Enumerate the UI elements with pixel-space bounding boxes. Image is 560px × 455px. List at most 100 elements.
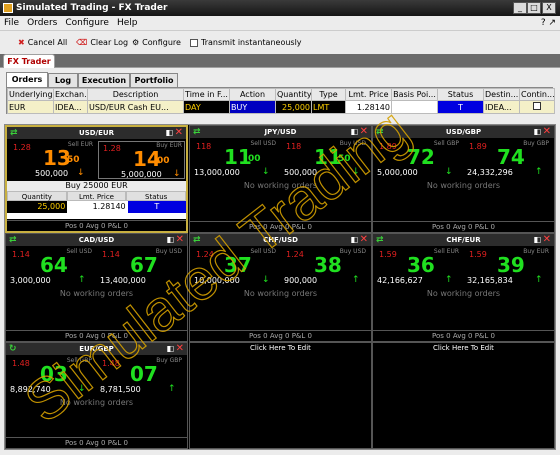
cell-continuous[interactable] xyxy=(519,100,555,114)
sell-side[interactable]: Sell GBP 1.89 72 5,000,000 ↓ xyxy=(375,140,461,178)
buy-side[interactable]: Buy USD 118 11 50 500,000 ↓ xyxy=(282,140,368,178)
swap-icon[interactable]: ⇄ xyxy=(376,126,384,138)
close-tile-icon[interactable]: ✕ xyxy=(543,234,551,246)
col-header[interactable]: Action xyxy=(229,88,276,101)
fx-tile-usd-gbp[interactable]: ⇄ USD/GBP ◧ ✕ Sell GBP 1.89 72 5,000,000 ↓ Buy GB… xyxy=(372,125,555,233)
chart-icon[interactable]: ◧ xyxy=(165,127,173,139)
sell-side[interactable]: Sell USD 1.24 37 10,000,000 ↓ xyxy=(192,248,278,286)
col-header[interactable]: Quantity xyxy=(275,88,312,101)
sell-side[interactable]: Sell GBP 1.48 03 8,892,740 ↓ xyxy=(8,357,94,395)
checkbox-box[interactable] xyxy=(190,38,198,47)
sell-size: 3,000,000 xyxy=(10,276,51,285)
close-window-button[interactable]: X xyxy=(542,2,556,14)
chart-icon[interactable]: ◧ xyxy=(533,126,541,138)
cell-lmt-price[interactable]: 1.28140 xyxy=(345,100,392,114)
buy-side[interactable]: Buy GBP 1.48 07 8,781,500 ↑ xyxy=(98,357,184,395)
fx-tile-eur-gbp[interactable]: ↻ EUR/GBP ◧ ✕ Sell GBP 1.48 03 8,892,740 ↓ Buy GB… xyxy=(5,342,188,449)
col-header[interactable]: Time in F... xyxy=(183,88,230,101)
maximize-button[interactable]: □ xyxy=(527,2,541,14)
tab-log[interactable]: Log xyxy=(48,73,78,87)
close-tile-icon[interactable]: ✕ xyxy=(543,126,551,138)
table-row[interactable]: EUR IDEA... USD/EUR Cash EU... DAY BUY 2… xyxy=(7,100,555,114)
swap-icon[interactable]: ⇄ xyxy=(193,126,201,138)
close-tile-icon[interactable]: ✕ xyxy=(176,234,184,246)
continuous-checkbox[interactable] xyxy=(533,102,541,110)
empty-tile-slot[interactable]: Click Here To Edit xyxy=(189,342,372,449)
chart-icon[interactable]: ◧ xyxy=(350,234,358,246)
close-tile-icon[interactable]: ✕ xyxy=(360,126,368,138)
menu-help[interactable]: Help xyxy=(113,16,142,30)
cell-destination[interactable]: IDEA... xyxy=(483,100,520,114)
col-header[interactable]: Contin... xyxy=(519,88,555,101)
sell-side[interactable]: Sell EUR 1.59 36 42,166,627 ↑ xyxy=(375,248,461,286)
ticket-col-status: Status xyxy=(126,191,186,201)
col-header[interactable]: Destin... xyxy=(483,88,520,101)
sell-prefix: 1.89 xyxy=(379,142,397,151)
chart-icon[interactable]: ◧ xyxy=(166,234,174,246)
ticket-status[interactable]: T xyxy=(127,201,186,213)
sell-side[interactable]: Sell USD 1.14 64 3,000,000 ↑ xyxy=(8,248,94,286)
col-header[interactable]: Status xyxy=(437,88,484,101)
swap-icon[interactable]: ⇄ xyxy=(9,234,17,246)
help-pointer-icons[interactable]: ? ↗ xyxy=(541,16,556,30)
swap-icon[interactable]: ⇄ xyxy=(193,234,201,246)
cell-exchange[interactable]: IDEA... xyxy=(53,100,88,114)
swap-icon[interactable]: ⇄ xyxy=(10,127,18,139)
swap-icon[interactable]: ⇄ xyxy=(376,234,384,246)
sell-label: Sell USD xyxy=(250,248,276,255)
click-to-edit-label[interactable]: Click Here To Edit xyxy=(190,343,371,354)
menu-file[interactable]: File xyxy=(0,16,23,30)
cell-basis-points[interactable] xyxy=(391,100,438,114)
fx-tile-usd-eur[interactable]: ⇄ USD/EUR ◧ ✕ Sell EUR 1.28 13 50 500,000 ↓… xyxy=(5,125,188,233)
tab-fx-trader[interactable]: FX Trader xyxy=(3,54,55,68)
cell-action[interactable]: BUY xyxy=(229,100,276,114)
menu-orders[interactable]: Orders xyxy=(23,16,61,30)
chart-icon[interactable]: ◧ xyxy=(533,234,541,246)
fx-tile-chf-usd[interactable]: ⇄ CHF/USD ◧ ✕ Sell USD 1.24 37 10,000,000 ↓ Buy U… xyxy=(189,233,372,342)
col-header[interactable]: Exchan... xyxy=(53,88,88,101)
buy-side[interactable]: Buy EUR 1.28 14 00 5,000,000 ↓ xyxy=(98,141,185,179)
ticket-quantity[interactable]: 25,000 xyxy=(7,201,68,213)
cell-tif[interactable]: DAY xyxy=(183,100,230,114)
cell-type[interactable]: LMT xyxy=(311,100,346,114)
close-tile-icon[interactable]: ✕ xyxy=(175,127,183,139)
cell-description[interactable]: USD/EUR Cash EU... xyxy=(87,100,184,114)
menu-configure[interactable]: Configure xyxy=(61,16,113,30)
buy-side[interactable]: Buy GBP 1.89 74 24,332,296 ↑ xyxy=(465,140,551,178)
transmit-checkbox[interactable]: Transmit instantaneously xyxy=(190,38,302,47)
sell-prefix: 1.14 xyxy=(12,250,30,259)
col-header[interactable]: Description xyxy=(87,88,184,101)
clear-log-button[interactable]: ⌫ Clear Log xyxy=(76,38,128,47)
ticket-lmt-price[interactable]: 1.28140 xyxy=(67,201,128,213)
close-tile-icon[interactable]: ✕ xyxy=(360,234,368,246)
close-tile-icon[interactable]: ✕ xyxy=(176,343,184,355)
configure-button[interactable]: ⚙ Configure xyxy=(132,38,181,47)
swap-icon[interactable]: ↻ xyxy=(9,343,17,355)
buy-side[interactable]: Buy USD 1.14 67 13,400,000 xyxy=(98,248,184,286)
tab-orders[interactable]: Orders xyxy=(6,72,48,87)
buy-side[interactable]: Buy USD 1.24 38 900,000 ↑ xyxy=(282,248,368,286)
tab-execution[interactable]: Execution xyxy=(78,73,130,87)
fx-tile-chf-eur[interactable]: ⇄ CHF/EUR ◧ ✕ Sell EUR 1.59 36 42,166,627 ↑ Buy E… xyxy=(372,233,555,342)
col-header[interactable]: Basis Poi... xyxy=(391,88,438,101)
col-header[interactable]: Underlying xyxy=(7,88,54,101)
tab-portfolio[interactable]: Portfolio xyxy=(130,73,178,87)
chart-icon[interactable]: ◧ xyxy=(166,343,174,355)
buy-direction-arrow: ↑ xyxy=(168,384,176,394)
minimize-button[interactable]: _ xyxy=(513,2,527,14)
col-header[interactable]: Type xyxy=(311,88,346,101)
cell-status[interactable]: T xyxy=(437,100,484,114)
chart-icon[interactable]: ◧ xyxy=(350,126,358,138)
buy-big-figure: 67 xyxy=(130,253,158,277)
fx-tile-jpy-usd[interactable]: ⇄ JPY/USD ◧ ✕ Sell USD 118 11 00 13,000,000 ↓ Buy … xyxy=(189,125,372,233)
buy-side[interactable]: Buy EUR 1.59 39 32,165,834 ↑ xyxy=(465,248,551,286)
cell-quantity[interactable]: 25,000 xyxy=(275,100,312,114)
sell-side[interactable]: Sell USD 118 11 00 13,000,000 ↓ xyxy=(192,140,278,178)
fx-tile-cad-usd[interactable]: ⇄ CAD/USD ◧ ✕ Sell USD 1.14 64 3,000,000 ↑ Buy US… xyxy=(5,233,188,342)
sell-side[interactable]: Sell EUR 1.28 13 50 500,000 ↓ xyxy=(9,141,95,179)
col-header[interactable]: Lmt. Price xyxy=(345,88,392,101)
empty-tile-slot[interactable]: Click Here To Edit xyxy=(372,342,555,449)
cancel-all-button[interactable]: ✖ Cancel All xyxy=(18,38,67,47)
click-to-edit-label[interactable]: Click Here To Edit xyxy=(373,343,554,354)
cell-underlying[interactable]: EUR xyxy=(7,100,54,114)
